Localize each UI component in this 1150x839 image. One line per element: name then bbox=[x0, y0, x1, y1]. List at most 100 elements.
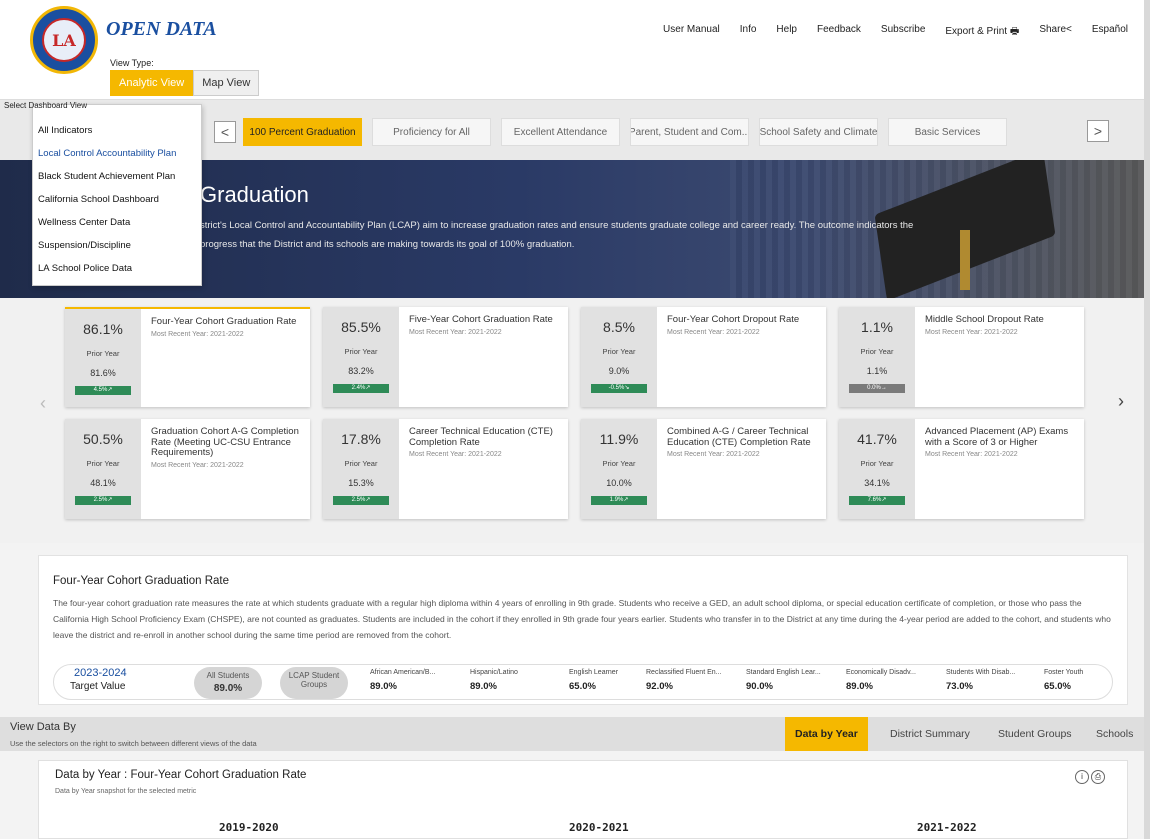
card-title: Advanced Placement (AP) Exams with a Sco… bbox=[925, 426, 1069, 448]
nav-feedback[interactable]: Feedback bbox=[817, 24, 861, 41]
lausd-logo[interactable]: LA bbox=[30, 6, 98, 74]
indicator-card[interactable]: 17.8% Prior Year 15.3% 2.5%↗ Career Tech… bbox=[323, 419, 568, 519]
nav-info[interactable]: Info bbox=[740, 24, 757, 41]
card-prior-label: Prior Year bbox=[344, 459, 378, 468]
card-change-badge: 2.5%↗ bbox=[333, 496, 389, 505]
nav-help[interactable]: Help bbox=[776, 24, 797, 41]
card-recent-year: Most Recent Year: 2021-2022 bbox=[667, 328, 760, 336]
card-info: Advanced Placement (AP) Exams with a Sco… bbox=[915, 419, 1084, 519]
card-title: Five-Year Cohort Graduation Rate bbox=[409, 314, 553, 325]
tab-school-safety-climate[interactable]: School Safety and Climate bbox=[759, 118, 878, 146]
group-value: 90.0% bbox=[746, 681, 773, 692]
card-prior-label: Prior Year bbox=[602, 347, 636, 356]
tab-map-view[interactable]: Map View bbox=[193, 70, 260, 96]
group-name: Foster Youth bbox=[1044, 669, 1084, 676]
card-recent-year: Most Recent Year: 2021-2022 bbox=[409, 328, 502, 336]
panel-actions: i ⎙ bbox=[1075, 770, 1105, 784]
brand-title[interactable]: OPEN DATA bbox=[106, 18, 217, 41]
tab-schools[interactable]: Schools bbox=[1086, 717, 1143, 751]
lcap-groups-pill[interactable]: LCAP Student Groups bbox=[280, 667, 348, 699]
tab-basic-services[interactable]: Basic Services bbox=[888, 118, 1007, 146]
tab-parent-student-community[interactable]: Parent, Student and Com... bbox=[630, 118, 749, 146]
card-stats: 41.7% Prior Year 34.1% 7.6%↗ bbox=[839, 419, 915, 519]
tab-100-percent-graduation[interactable]: 100 Percent Graduation bbox=[243, 118, 362, 146]
group-value: 65.0% bbox=[569, 681, 596, 692]
card-change-badge: 2.5%↗ bbox=[75, 496, 131, 505]
card-value: 85.5% bbox=[341, 319, 381, 335]
card-prior-value: 81.6% bbox=[90, 368, 116, 378]
target-group: Students With Disab... 73.0% bbox=[946, 669, 1015, 692]
nav-export-print[interactable]: Export & Print 🖶 bbox=[945, 24, 1019, 41]
group-name: African American/B... bbox=[370, 669, 436, 676]
nav-subscribe[interactable]: Subscribe bbox=[881, 24, 925, 41]
tab-analytic-view[interactable]: Analytic View bbox=[110, 70, 194, 96]
indicator-card[interactable]: 11.9% Prior Year 10.0% 1.9%↗ Combined A-… bbox=[581, 419, 826, 519]
indicator-card[interactable]: 8.5% Prior Year 9.0% -0.5%↘ Four-Year Co… bbox=[581, 307, 826, 407]
dropdown-item[interactable]: Black Student Achievement Plan bbox=[33, 165, 201, 188]
nav-user-manual[interactable]: User Manual bbox=[663, 24, 720, 41]
view-data-by-bar: View Data By Use the selectors on the ri… bbox=[0, 717, 1150, 751]
all-students-value: 89.0% bbox=[213, 683, 243, 694]
card-prior-label: Prior Year bbox=[602, 459, 636, 468]
card-change-badge: 2.4%↗ bbox=[333, 384, 389, 393]
tab-student-groups[interactable]: Student Groups bbox=[988, 717, 1082, 751]
target-group: Standard English Lear... 90.0% bbox=[746, 669, 821, 692]
card-title: Combined A-G / Career Technical Educatio… bbox=[667, 426, 811, 448]
indicator-card[interactable]: 41.7% Prior Year 34.1% 7.6%↗ Advanced Pl… bbox=[839, 419, 1084, 519]
card-stats: 17.8% Prior Year 15.3% 2.5%↗ bbox=[323, 419, 399, 519]
card-stats: 11.9% Prior Year 10.0% 1.9%↗ bbox=[581, 419, 657, 519]
card-recent-year: Most Recent Year: 2021-2022 bbox=[925, 451, 1018, 458]
card-recent-year: Most Recent Year: 2021-2022 bbox=[151, 330, 244, 338]
dashboard-view-dropdown[interactable]: All Indicators Local Control Accountabil… bbox=[32, 104, 202, 286]
dropdown-item-selected[interactable]: Local Control Accountability Plan bbox=[33, 142, 201, 165]
tab-proficiency-for-all[interactable]: Proficiency for All bbox=[372, 118, 491, 146]
dropdown-item[interactable]: All Indicators bbox=[33, 119, 201, 142]
target-group: Foster Youth 65.0% bbox=[1044, 669, 1083, 692]
card-stats: 86.1% Prior Year 81.6% 4.5%↗ bbox=[65, 309, 141, 407]
dropdown-item[interactable]: California School Dashboard bbox=[33, 188, 201, 211]
year-column-header: 2019-2020 bbox=[219, 821, 279, 834]
dropdown-item[interactable]: Wellness Center Data bbox=[33, 211, 201, 234]
card-recent-year: Most Recent Year: 2021-2022 bbox=[925, 328, 1018, 336]
info-icon[interactable]: i bbox=[1075, 770, 1089, 784]
target-group: English Learner 65.0% bbox=[569, 669, 618, 692]
all-students-pill[interactable]: All Students 89.0% bbox=[194, 667, 262, 699]
header: LA OPEN DATA User Manual Info Help Feedb… bbox=[0, 0, 1150, 100]
indicator-cards-area: ‹ › 86.1% Prior Year 81.6% 4.5%↗ Four-Ye… bbox=[0, 298, 1150, 543]
category-prev-button[interactable]: < bbox=[214, 121, 236, 143]
view-data-by-title: View Data By bbox=[10, 721, 76, 733]
card-change-badge: 0.0%→ bbox=[849, 384, 905, 393]
dropdown-item[interactable]: LA School Police Data bbox=[33, 257, 201, 280]
tab-excellent-attendance[interactable]: Excellent Attendance bbox=[501, 118, 620, 146]
hero-description: strict's Local Control and Accountabilit… bbox=[200, 220, 914, 250]
tab-data-by-year[interactable]: Data by Year bbox=[785, 717, 868, 751]
dropdown-item[interactable]: Suspension/Discipline bbox=[33, 234, 201, 257]
view-data-by-subtitle: Use the selectors on the right to switch… bbox=[10, 739, 257, 748]
group-name: Hispanic/Latino bbox=[470, 669, 518, 676]
logo-mark: LA bbox=[42, 18, 86, 62]
group-name: Students With Disab... bbox=[946, 669, 1016, 676]
indicator-card[interactable]: 86.1% Prior Year 81.6% 4.5%↗ Four-Year C… bbox=[65, 307, 310, 407]
target-group: Hispanic/Latino 89.0% bbox=[470, 669, 518, 692]
nav-share[interactable]: Share< bbox=[1039, 24, 1072, 41]
indicator-card[interactable]: 85.5% Prior Year 83.2% 2.4%↗ Five-Year C… bbox=[323, 307, 568, 407]
card-change-badge: -0.5%↘ bbox=[591, 384, 647, 393]
tab-district-summary[interactable]: District Summary bbox=[880, 717, 980, 751]
card-change-badge: 1.9%↗ bbox=[591, 496, 647, 505]
top-nav: User Manual Info Help Feedback Subscribe… bbox=[663, 24, 1128, 41]
view-type-tabs: Analytic View Map View bbox=[110, 70, 260, 96]
print-icon[interactable]: ⎙ bbox=[1091, 770, 1105, 784]
nav-language[interactable]: Español bbox=[1092, 24, 1128, 41]
description-text: The four-year cohort graduation rate mea… bbox=[53, 598, 1111, 640]
category-next-button[interactable]: > bbox=[1087, 120, 1109, 142]
cards-next-arrow-icon[interactable]: › bbox=[1118, 391, 1124, 412]
card-stats: 8.5% Prior Year 9.0% -0.5%↘ bbox=[581, 307, 657, 407]
indicator-card[interactable]: 50.5% Prior Year 48.1% 2.5%↗ Graduation … bbox=[65, 419, 310, 519]
group-value: 92.0% bbox=[646, 681, 673, 692]
group-value: 89.0% bbox=[470, 681, 497, 692]
indicator-card[interactable]: 1.1% Prior Year 1.1% 0.0%→ Middle School… bbox=[839, 307, 1084, 407]
target-values-bar: 2023-2024 Target Value All Students 89.0… bbox=[53, 664, 1113, 700]
card-info: Middle School Dropout Rate Most Recent Y… bbox=[915, 307, 1084, 407]
cards-prev-arrow-icon[interactable]: ‹ bbox=[40, 393, 46, 414]
scrollbar-track[interactable] bbox=[1144, 0, 1150, 839]
